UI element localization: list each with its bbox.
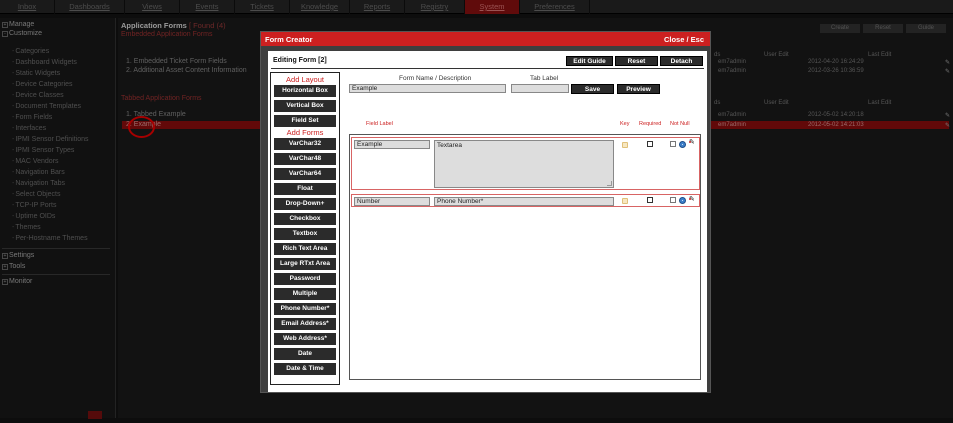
field-label-column: Field Label <box>366 121 393 127</box>
form-editor-area: Form Name / Description Tab Label Exampl… <box>344 72 705 385</box>
varchar48-button[interactable]: VarChar48 <box>274 153 336 165</box>
tab-label-input[interactable] <box>511 84 569 93</box>
key-column: Key <box>620 121 630 127</box>
required-checkbox[interactable] <box>647 141 653 147</box>
form-name-input[interactable]: Example <box>349 84 506 93</box>
divider <box>271 68 704 69</box>
field-row[interactable]: Example Textarea ✎ <box>351 137 700 190</box>
drop-down-button[interactable]: Drop-Down+ <box>274 198 336 210</box>
textbox-button[interactable]: Textbox <box>274 228 336 240</box>
key-icon[interactable] <box>622 142 628 148</box>
modal-header[interactable]: Form Creator Close / Esc <box>261 32 710 46</box>
not-null-checkbox[interactable] <box>670 197 676 203</box>
field-type-input[interactable]: Phone Number* <box>434 197 614 206</box>
edit-icon[interactable]: ✎ <box>689 139 695 146</box>
tab-label-label: Tab Label <box>530 75 559 82</box>
preview-button[interactable]: Preview <box>617 84 660 94</box>
field-type-textarea[interactable]: Textarea <box>434 140 614 188</box>
date-button[interactable]: Date <box>274 348 336 360</box>
web-address-button[interactable]: Web Address* <box>274 333 336 345</box>
settings-icon[interactable] <box>679 141 686 148</box>
horizontal-box-button[interactable]: Horizontal Box <box>274 85 336 97</box>
large-rtxt-area-button[interactable]: Large RTxt Area <box>274 258 336 270</box>
form-creator-modal: Form Creator Close / Esc Editing Form [2… <box>260 31 711 393</box>
field-type-value: Textarea <box>437 142 462 149</box>
close-button[interactable]: Close / Esc <box>664 35 704 44</box>
field-label-input[interactable]: Example <box>354 140 430 149</box>
rich-text-area-button[interactable]: Rich Text Area <box>274 243 336 255</box>
form-name-label: Form Name / Description <box>399 75 472 82</box>
varchar32-button[interactable]: VarChar32 <box>274 138 336 150</box>
vertical-box-button[interactable]: Vertical Box <box>274 100 336 112</box>
key-icon[interactable] <box>622 198 628 204</box>
not-null-column: Not Null <box>670 121 690 127</box>
password-button[interactable]: Password <box>274 273 336 285</box>
modal-body: Editing Form [2] Edit Guide Reset Detach… <box>268 51 707 392</box>
add-forms-title: Add Forms <box>286 128 324 137</box>
field-label-input[interactable]: Number <box>354 197 430 206</box>
float-button[interactable]: Float <box>274 183 336 195</box>
settings-icon[interactable] <box>679 197 686 204</box>
edit-icon[interactable]: ✎ <box>689 196 695 203</box>
field-row[interactable]: Number Phone Number* ✎ <box>351 194 700 207</box>
editing-form-label: Editing Form [2] <box>273 57 327 64</box>
multiple-button[interactable]: Multiple <box>274 288 336 300</box>
field-toolbox: Add Layout Horizontal Box Vertical Box F… <box>270 72 340 385</box>
save-button[interactable]: Save <box>571 84 614 94</box>
phone-number-button[interactable]: Phone Number* <box>274 303 336 315</box>
resize-handle-icon[interactable] <box>607 181 612 186</box>
date-time-button[interactable]: Date & Time <box>274 363 336 375</box>
app-root: Inbox Dashboards Views Events Tickets Kn… <box>0 0 953 423</box>
detach-button[interactable]: Detach <box>660 56 703 66</box>
edit-guide-button[interactable]: Edit Guide <box>566 56 613 66</box>
checkbox-button[interactable]: Checkbox <box>274 213 336 225</box>
reset-form-button[interactable]: Reset <box>615 56 658 66</box>
modal-title: Form Creator <box>265 35 313 44</box>
field-set-button[interactable]: Field Set <box>274 115 336 127</box>
fields-container: Field Label Key Required Not Null Exampl… <box>349 121 701 380</box>
varchar64-button[interactable]: VarChar64 <box>274 168 336 180</box>
required-checkbox[interactable] <box>647 197 653 203</box>
required-column: Required <box>639 121 662 127</box>
email-address-button[interactable]: Email Address* <box>274 318 336 330</box>
not-null-checkbox[interactable] <box>670 141 676 147</box>
add-layout-title: Add Layout <box>286 75 324 84</box>
